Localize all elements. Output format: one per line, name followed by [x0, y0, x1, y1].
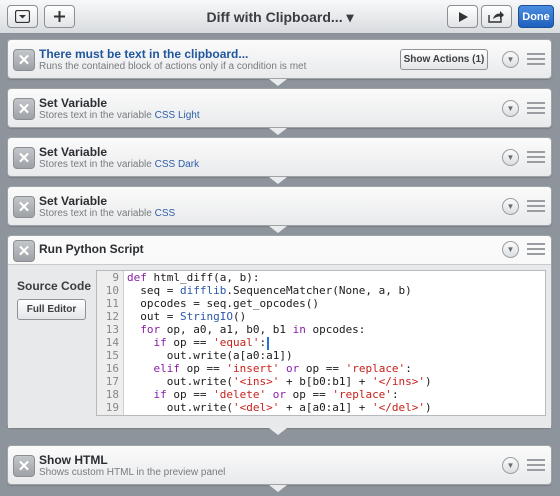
play-icon[interactable]	[447, 5, 478, 28]
chevron-down-icon[interactable]: ▼	[502, 149, 519, 166]
action-card-set-variable[interactable]: ✕ Set Variable Stores text in the variab…	[7, 186, 552, 226]
action-card-run-python[interactable]: ✕ Run Python Script ▼ Source Code Full E…	[7, 235, 552, 428]
action-subtitle: Stores text in the variable CSS Light	[39, 110, 200, 121]
connector-arrow	[269, 177, 287, 184]
drag-handle-icon[interactable]	[527, 53, 545, 67]
action-card-set-variable[interactable]: ✕ Set Variable Stores text in the variab…	[7, 88, 552, 128]
drag-handle-icon[interactable]	[527, 459, 545, 473]
action-title: There must be text in the clipboard...	[39, 47, 249, 61]
connector-arrow	[269, 485, 287, 492]
action-card-show-html[interactable]: ✕ Show HTML Shows custom HTML in the pre…	[7, 445, 552, 485]
variable-name: CSS Light	[154, 110, 200, 121]
workflow-title-text: Diff with Clipboard...	[206, 9, 343, 25]
action-title: Set Variable	[39, 145, 108, 159]
plus-icon[interactable]	[44, 5, 75, 28]
action-subtitle: Shows custom HTML in the preview panel	[39, 467, 226, 478]
code-editor[interactable]: 9 def html_diff(a, b): 10 seq = difflib.S…	[96, 270, 546, 416]
delete-action-icon[interactable]: ✕	[13, 49, 35, 71]
drag-handle-icon[interactable]	[527, 102, 545, 116]
chevron-down-icon[interactable]: ▼	[502, 457, 519, 474]
delete-action-icon[interactable]: ✕	[13, 196, 35, 218]
connector-arrow	[269, 226, 287, 233]
action-subtitle: Stores text in the variable CSS Dark	[39, 159, 200, 170]
source-code-label: Source Code	[17, 279, 92, 293]
done-button[interactable]: Done	[518, 5, 554, 28]
action-title: Set Variable	[39, 96, 108, 110]
chevron-down-icon[interactable]: ▼	[502, 100, 519, 117]
full-editor-button[interactable]: Full Editor	[17, 299, 86, 320]
action-card-set-variable[interactable]: ✕ Set Variable Stores text in the variab…	[7, 137, 552, 177]
delete-action-icon[interactable]: ✕	[13, 147, 35, 169]
show-actions-button[interactable]: Show Actions (1)	[400, 49, 488, 70]
variable-name: CSS	[154, 208, 176, 219]
action-subtitle: Runs the contained block of actions only…	[39, 61, 307, 72]
toolbar: Diff with Clipboard... ▾ Done	[0, 0, 560, 34]
chevron-down-icon: ▾	[346, 9, 354, 25]
script-editor-panel: Source Code Full Editor 9 def html_diff(a…	[8, 264, 551, 428]
connector-arrow	[269, 79, 287, 86]
drag-handle-icon[interactable]	[527, 243, 545, 257]
connector-arrow	[269, 128, 287, 135]
dropdown-box-icon[interactable]	[7, 5, 38, 28]
action-card-condition[interactable]: ✕ There must be text in the clipboard...…	[7, 39, 552, 79]
share-icon[interactable]	[481, 5, 512, 28]
variable-name: CSS Dark	[154, 159, 200, 170]
drag-handle-icon[interactable]	[527, 200, 545, 214]
chevron-down-icon[interactable]: ▼	[502, 198, 519, 215]
workflow-canvas: ✕ There must be text in the clipboard...…	[0, 34, 560, 496]
drag-handle-icon[interactable]	[527, 151, 545, 165]
action-title: Set Variable	[39, 194, 108, 208]
delete-action-icon[interactable]: ✕	[13, 98, 35, 120]
delete-action-icon[interactable]: ✕	[13, 455, 35, 477]
action-title: Show HTML	[39, 453, 108, 467]
text-cursor	[267, 337, 269, 351]
action-subtitle: Stores text in the variable CSS	[39, 208, 176, 219]
chevron-down-icon[interactable]: ▼	[502, 51, 519, 68]
chevron-down-icon[interactable]: ▼	[502, 241, 519, 258]
connector-arrow	[269, 428, 287, 435]
delete-action-icon[interactable]: ✕	[13, 240, 35, 262]
workflow-title[interactable]: Diff with Clipboard... ▾	[170, 0, 390, 34]
action-title: Run Python Script	[39, 242, 144, 256]
